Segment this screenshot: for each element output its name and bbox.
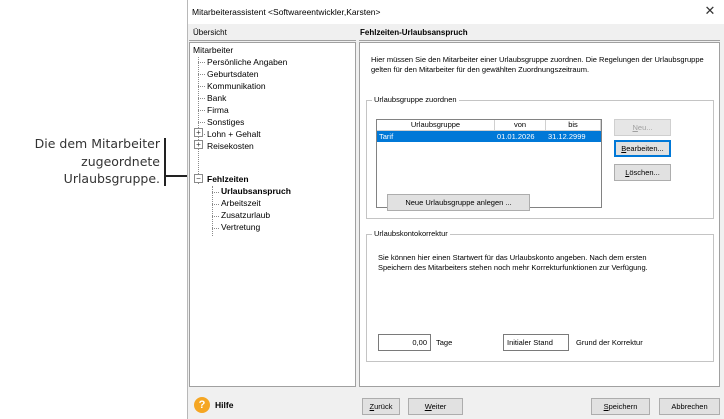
page-title: Fehlzeiten-Urlaubsanspruch xyxy=(359,25,720,40)
sidebar-item-urlaubsanspruch[interactable]: Urlaubsanspruch xyxy=(221,186,291,197)
callout-line-1: Die dem Mitarbeiter xyxy=(34,136,160,151)
sidebar-item-zusatzurlaub[interactable]: Zusatzurlaub xyxy=(221,210,270,221)
tree-connector xyxy=(198,74,205,75)
tree-connector xyxy=(212,192,219,193)
column-header-von[interactable]: von xyxy=(495,120,546,131)
days-input[interactable]: 0,00 xyxy=(378,334,431,351)
main-panel: Hier müssen Sie den Mitarbeiter einer Ur… xyxy=(359,42,720,387)
new-button[interactable]: Neu... xyxy=(614,119,671,136)
sidebar-item-fehlzeiten[interactable]: Fehlzeiten xyxy=(207,174,249,185)
group-title: Urlaubsgruppe zuordnen xyxy=(372,95,459,105)
navigation-tree: Mitarbeiter Persönliche Angaben Geburtsd… xyxy=(189,42,356,387)
table-cell-name: Tarif xyxy=(379,132,394,141)
expand-plus-icon[interactable]: + xyxy=(194,140,203,149)
callout-line-2: zugeordnete xyxy=(81,153,160,169)
table-cell-bis: 31.12.2999 xyxy=(548,132,586,141)
sidebar-item-bank[interactable]: Bank xyxy=(207,93,226,104)
sidebar-item-sonstiges[interactable]: Sonstiges xyxy=(207,117,244,128)
title-bar: Mitarbeiterassistent <Softwareentwickler… xyxy=(188,0,724,24)
next-button[interactable]: Weiter xyxy=(408,398,463,415)
expand-plus-icon[interactable]: + xyxy=(194,128,203,137)
dialog-window: Mitarbeiterassistent <Softwareentwickler… xyxy=(187,0,724,419)
column-header-urlaubsgruppe[interactable]: Urlaubsgruppe xyxy=(377,120,495,131)
group-title: Urlaubskontokorrektur xyxy=(372,229,450,239)
column-header-bis[interactable]: bis xyxy=(546,120,601,131)
sidebar-item-reisekosten[interactable]: Reisekosten xyxy=(207,141,254,152)
tree-connector xyxy=(212,216,219,217)
sidebar-item-kommunikation[interactable]: Kommunikation xyxy=(207,81,266,92)
sidebar-item-firma[interactable]: Firma xyxy=(207,105,229,116)
collapse-minus-icon[interactable]: − xyxy=(194,174,203,183)
close-icon[interactable]: ✕ xyxy=(702,3,718,19)
sidebar-item-geburtsdaten[interactable]: Geburtsdaten xyxy=(207,69,259,80)
cancel-button[interactable]: Abbrechen xyxy=(659,398,720,415)
tree-connector xyxy=(198,98,205,99)
table-row[interactable]: Tarif 01.01.2026 31.12.2999 xyxy=(377,131,601,142)
tree-root-mitarbeiter[interactable]: Mitarbeiter xyxy=(193,45,233,56)
tree-connector xyxy=(198,122,205,123)
intro-text: Hier müssen Sie den Mitarbeiter einer Ur… xyxy=(371,55,704,74)
reason-input[interactable]: Initialer Stand xyxy=(503,334,569,351)
add-urlaubsgruppe-button[interactable]: Neue Urlaubsgruppe anlegen ... xyxy=(387,194,530,211)
urlaubskontokorrektur-group: Urlaubskontokorrektur Sie können hier ei… xyxy=(366,229,714,362)
sidebar-item-arbeitszeit[interactable]: Arbeitszeit xyxy=(221,198,261,209)
table-cell-von: 01.01.2026 xyxy=(497,132,535,141)
delete-button[interactable]: Löschen... xyxy=(614,164,671,181)
callout-text: Die dem Mitarbeiter zugeordnete Urlaubsg… xyxy=(0,135,160,188)
sidebar-item-persoenliche-angaben[interactable]: Persönliche Angaben xyxy=(207,57,287,68)
korrektur-description: Sie können hier einen Startwert für das … xyxy=(378,253,648,272)
sidebar-item-lohn-gehalt[interactable]: Lohn + Gehalt xyxy=(207,129,261,140)
sidebar-item-vertretung[interactable]: Vertretung xyxy=(221,222,260,233)
tree-connector xyxy=(198,86,205,87)
help-label[interactable]: Hilfe xyxy=(215,400,233,410)
save-button[interactable]: Speichern xyxy=(591,398,650,415)
help-icon[interactable]: ? xyxy=(194,397,210,413)
back-button[interactable]: Zurück xyxy=(362,398,400,415)
edit-button[interactable]: Bearbeiten... xyxy=(614,140,671,157)
tree-connector xyxy=(198,57,199,184)
callout-line-3: Urlaubsgruppe. xyxy=(63,171,160,186)
tree-connector xyxy=(198,62,205,63)
tree-connector xyxy=(198,110,205,111)
window-title: Mitarbeiterassistent <Softwareentwickler… xyxy=(192,7,381,17)
tree-connector xyxy=(212,204,219,205)
reason-label: Grund der Korrektur xyxy=(576,338,643,347)
sidebar-header-divider xyxy=(189,40,356,41)
sidebar-header: Übersicht xyxy=(189,25,356,40)
callout-bracket xyxy=(164,138,166,186)
tree-connector xyxy=(212,228,219,229)
urlaubsgruppe-group: Urlaubsgruppe zuordnen Urlaubsgruppe von… xyxy=(366,95,714,219)
main-header-divider xyxy=(359,40,720,41)
days-label: Tage xyxy=(436,338,453,347)
